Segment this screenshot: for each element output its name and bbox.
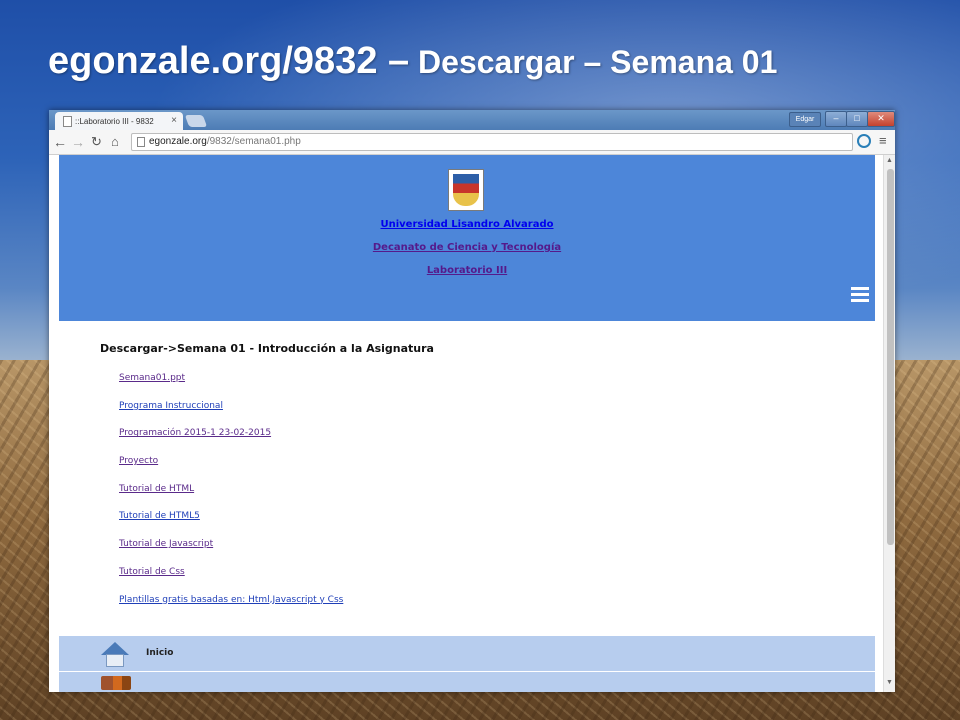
download-link[interactable]: Tutorial de Javascript (119, 539, 213, 549)
slide-title-rest: Descargar – Semana 01 (409, 44, 778, 80)
back-arrow-icon[interactable]: ← (53, 133, 67, 151)
maximize-button[interactable]: □ (846, 111, 868, 127)
download-link[interactable]: Tutorial de HTML5 (119, 511, 200, 521)
page-title: Descargar->Semana 01 - Introducción a la… (100, 342, 434, 355)
scroll-thumb[interactable] (887, 169, 894, 545)
nav-item-next[interactable] (59, 672, 875, 692)
tab-title: ::Laboratorio III - 9832 (75, 117, 154, 126)
list-item: Proyecto (119, 456, 343, 484)
download-link[interactable]: Programa Instruccional (119, 401, 223, 411)
browser-toolbar: ← → ↻ ⌂ egonzale.org/9832/semana01.php ☆… (49, 130, 895, 155)
page-icon (63, 116, 72, 127)
download-link[interactable]: Semana01.ppt (119, 373, 185, 383)
download-link[interactable]: Tutorial de Css (119, 567, 185, 577)
vertical-scrollbar[interactable]: ▲ ▼ (883, 155, 895, 692)
forward-arrow-icon[interactable]: → (71, 133, 85, 151)
list-item: Tutorial de HTML (119, 484, 343, 512)
site-header: Universidad Lisandro Alvarado Decanato d… (59, 155, 875, 321)
scroll-down-icon[interactable]: ▼ (886, 679, 893, 686)
home-icon[interactable]: ⌂ (111, 133, 119, 151)
blocks-icon (101, 676, 131, 690)
tab-close-icon[interactable]: × (171, 115, 177, 126)
header-link-universidad[interactable]: Universidad Lisandro Alvarado (59, 219, 875, 230)
download-link[interactable]: Tutorial de HTML (119, 484, 194, 494)
home-icon (101, 642, 129, 668)
user-profile-button[interactable]: Edgar (789, 112, 821, 127)
nav-item-label: Inicio (146, 648, 174, 658)
hamburger-menu-icon[interactable] (851, 287, 869, 303)
list-item: Programa Instruccional (119, 401, 343, 429)
browser-tab[interactable]: ::Laboratorio III - 9832 × (55, 112, 183, 130)
university-logo (448, 169, 484, 211)
list-item: Semana01.ppt (119, 373, 343, 401)
browser-window: ::Laboratorio III - 9832 × Edgar – □ ✕ ←… (49, 110, 895, 692)
url-path: /9832/semana01.php (206, 136, 301, 147)
slide-title: egonzale.org/9832 – Descargar – Semana 0… (48, 40, 777, 83)
close-window-button[interactable]: ✕ (867, 111, 895, 127)
address-bar[interactable]: egonzale.org/9832/semana01.php ☆ (131, 133, 853, 151)
list-item: Tutorial de HTML5 (119, 511, 343, 539)
header-link-laboratorio[interactable]: Laboratorio III (59, 265, 875, 276)
list-item: Tutorial de Javascript (119, 539, 343, 567)
nav-item-inicio[interactable]: Inicio (59, 636, 875, 672)
download-link[interactable]: Proyecto (119, 456, 158, 466)
browser-titlebar: ::Laboratorio III - 9832 × Edgar – □ ✕ (49, 110, 895, 130)
page-icon (137, 137, 145, 147)
download-link[interactable]: Plantillas gratis basadas en: Html,Javas… (119, 595, 343, 605)
reload-icon[interactable]: ↻ (91, 133, 102, 151)
page-viewport: Universidad Lisandro Alvarado Decanato d… (49, 155, 895, 692)
extension-icon[interactable] (857, 134, 871, 148)
download-link[interactable]: Programación 2015-1 23-02-2015 (119, 428, 271, 438)
download-list: Semana01.ppt Programa Instruccional Prog… (119, 373, 343, 622)
header-link-decanato[interactable]: Decanato de Ciencia y Tecnología (59, 242, 875, 253)
logo-shield (453, 174, 479, 206)
list-item: Tutorial de Css (119, 567, 343, 595)
minimize-button[interactable]: – (825, 111, 847, 127)
list-item: Programación 2015-1 23-02-2015 (119, 428, 343, 456)
list-item: Plantillas gratis basadas en: Html,Javas… (119, 595, 343, 623)
url-host: egonzale.org (149, 136, 207, 147)
bottom-nav: Inicio (59, 636, 875, 692)
url-text: egonzale.org/9832/semana01.php (149, 134, 301, 150)
scroll-up-icon[interactable]: ▲ (886, 157, 893, 164)
new-tab-button[interactable] (184, 115, 208, 127)
menu-icon[interactable]: ≡ (879, 133, 887, 148)
slide-title-main: egonzale.org/9832 – (48, 40, 410, 82)
